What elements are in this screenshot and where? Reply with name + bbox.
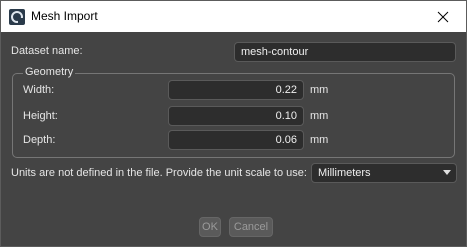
mesh-import-dialog: Mesh Import Dataset name: mesh-contour G… xyxy=(0,0,467,247)
dataset-name-label: Dataset name: xyxy=(11,45,83,57)
ok-button[interactable]: OK xyxy=(199,217,221,237)
depth-unit: mm xyxy=(310,134,329,146)
width-unit: mm xyxy=(310,84,329,96)
app-icon xyxy=(9,9,25,25)
title-bar: Mesh Import xyxy=(1,1,466,32)
dataset-name-input[interactable]: mesh-contour xyxy=(234,42,456,62)
geometry-group-title: Geometry xyxy=(23,66,76,78)
unit-scale-selected: Millimeters xyxy=(318,167,371,179)
height-label: Height: xyxy=(23,110,58,122)
close-icon[interactable] xyxy=(437,11,449,23)
dialog-body: Dataset name: mesh-contour Geometry Widt… xyxy=(1,32,466,246)
depth-input[interactable]: 0.06 xyxy=(168,130,304,150)
width-label: Width: xyxy=(23,84,55,96)
window-title: Mesh Import xyxy=(31,9,98,23)
height-unit: mm xyxy=(310,110,329,122)
cancel-button[interactable]: Cancel xyxy=(229,217,273,237)
chevron-down-icon xyxy=(443,170,451,175)
unit-scale-dropdown[interactable]: Millimeters xyxy=(311,163,457,183)
depth-label: Depth: xyxy=(23,134,56,146)
height-input[interactable]: 0.10 xyxy=(168,106,304,126)
width-input[interactable]: 0.22 xyxy=(168,80,304,100)
unit-scale-prompt: Units are not defined in the file. Provi… xyxy=(11,167,307,179)
close-button[interactable] xyxy=(420,1,466,32)
